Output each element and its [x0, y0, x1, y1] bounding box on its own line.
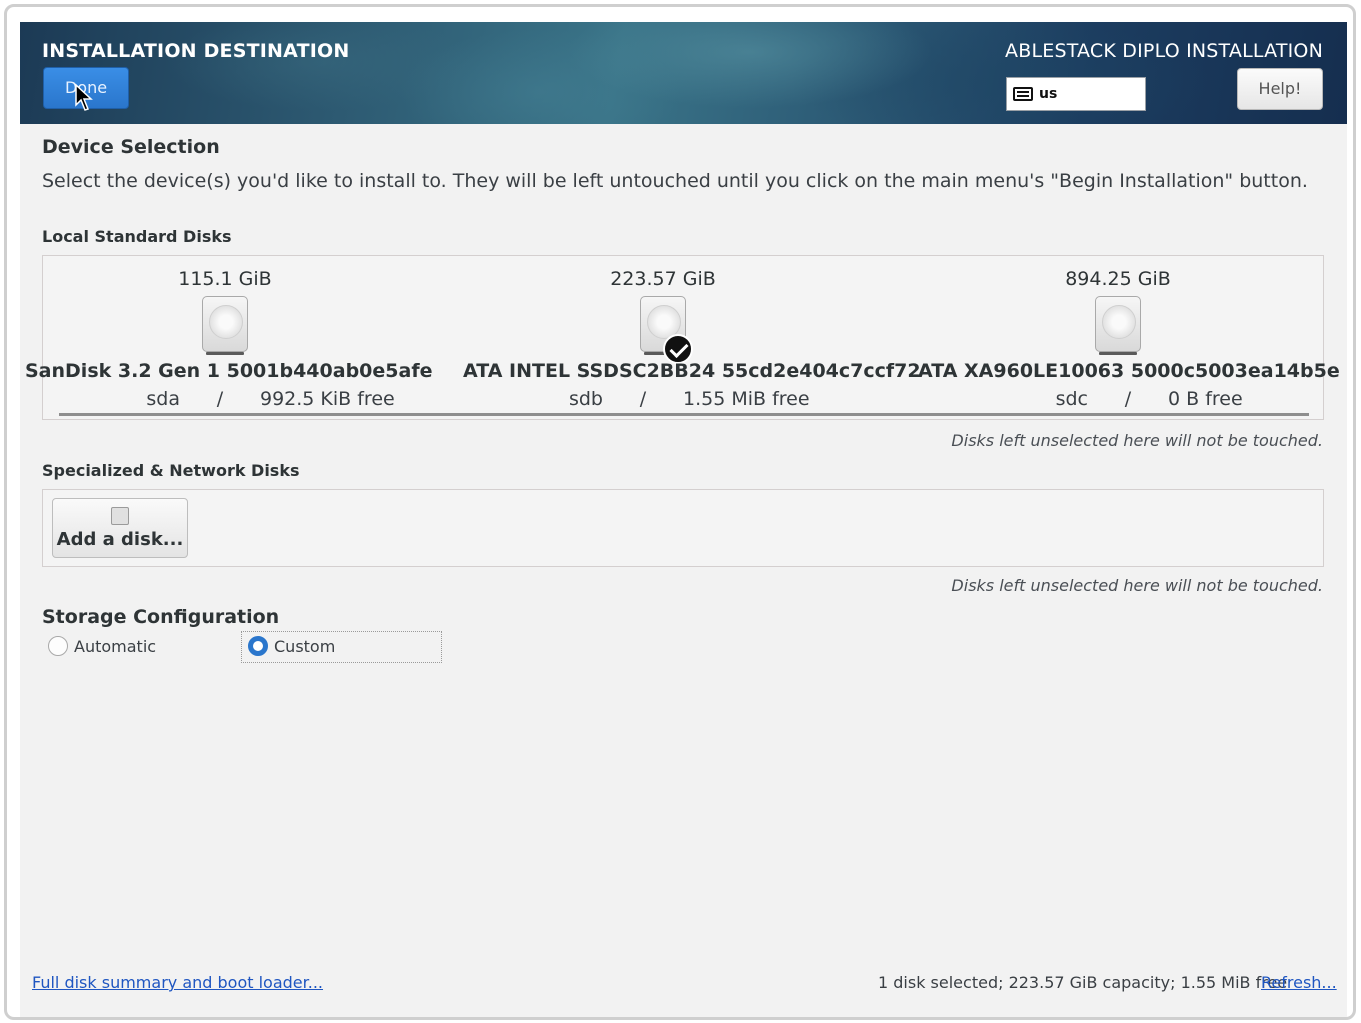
- disk-free: 1.55 MiB free: [683, 388, 810, 410]
- keyboard-layout-label: us: [1039, 86, 1058, 102]
- disk-device: sdc: [1055, 388, 1088, 410]
- installer-window: INSTALLATION DESTINATION Done ABLESTACK …: [20, 22, 1347, 1017]
- disk-device: sdb: [568, 388, 603, 410]
- help-button[interactable]: Help!: [1237, 68, 1323, 110]
- keyboard-icon: [1013, 87, 1033, 101]
- network-disks-label: Specialized & Network Disks: [42, 461, 300, 480]
- hard-disk-icon: [1095, 296, 1141, 355]
- local-disks-note: Disks left unselected here will not be t…: [951, 431, 1323, 450]
- custom-label: Custom: [274, 636, 336, 656]
- disk-name: ATA INTEL SSDSC2BB24 55cd2e404c7ccf72: [463, 360, 921, 382]
- disk-free: 992.5 KiB free: [260, 388, 395, 410]
- disk-meta: sdb / 1.55 MiB free: [463, 388, 863, 410]
- disk-size: 894.25 GiB: [1065, 268, 1171, 290]
- refresh-link[interactable]: Refresh...: [1261, 973, 1337, 992]
- hard-disk-icon: [202, 296, 248, 355]
- screen-frame: INSTALLATION DESTINATION Done ABLESTACK …: [4, 4, 1356, 1020]
- storage-configuration-title: Storage Configuration: [42, 606, 280, 628]
- mouse-cursor-icon: [75, 84, 93, 111]
- disk-name: ATA XA960LE10063 5000c5003ea14b5e: [918, 360, 1340, 382]
- disk-add-icon: [111, 507, 129, 525]
- disk-device: sda: [146, 388, 180, 410]
- network-disks-panel: Add a disk...: [42, 489, 1324, 567]
- automatic-label: Automatic: [74, 636, 157, 656]
- keyboard-layout-indicator[interactable]: us: [1006, 77, 1146, 111]
- device-selection-title: Device Selection: [42, 136, 220, 158]
- disk-separator: /: [639, 388, 647, 410]
- disk-size: 223.57 GiB: [610, 268, 716, 290]
- radio-checked-icon: [248, 636, 268, 656]
- local-disks-panel: 115.1 GiB SanDisk 3.2 Gen 1 5001b440ab0e…: [25, 255, 1340, 420]
- disks-scrollbar[interactable]: [59, 413, 1309, 416]
- disk-name: SanDisk 3.2 Gen 1 5001b440ab0e5afe: [25, 360, 433, 382]
- disk-sdb[interactable]: 223.57 GiB ATA INTEL SSDSC2BB24 55cd2e40…: [463, 256, 921, 416]
- add-disk-button[interactable]: Add a disk...: [52, 498, 188, 558]
- disk-sdc[interactable]: 894.25 GiB ATA XA960LE10063 5000c5003ea1…: [918, 256, 1340, 416]
- header-bar: INSTALLATION DESTINATION Done ABLESTACK …: [20, 22, 1347, 124]
- radio-unchecked-icon: [48, 636, 68, 656]
- disk-separator: /: [1124, 388, 1132, 410]
- product-title: ABLESTACK DIPLO INSTALLATION: [1005, 40, 1323, 62]
- automatic-radio[interactable]: Automatic: [48, 636, 156, 656]
- page-title: INSTALLATION DESTINATION: [42, 40, 350, 62]
- disk-size: 115.1 GiB: [178, 268, 272, 290]
- selection-status: 1 disk selected; 223.57 GiB capacity; 1.…: [878, 973, 1288, 992]
- custom-radio[interactable]: Custom: [248, 636, 335, 656]
- disk-separator: /: [216, 388, 224, 410]
- device-selection-description: Select the device(s) you'd like to insta…: [42, 170, 1308, 192]
- disk-meta: sdc / 0 B free: [918, 388, 1318, 410]
- network-disks-note: Disks left unselected here will not be t…: [951, 576, 1323, 595]
- disk-sda[interactable]: 115.1 GiB SanDisk 3.2 Gen 1 5001b440ab0e…: [25, 256, 433, 416]
- local-disks-label: Local Standard Disks: [42, 227, 232, 246]
- disk-free: 0 B free: [1168, 388, 1243, 410]
- disk-meta: sda / 992.5 KiB free: [25, 388, 425, 410]
- full-disk-summary-link[interactable]: Full disk summary and boot loader...: [32, 973, 323, 992]
- add-disk-label: Add a disk...: [56, 529, 184, 550]
